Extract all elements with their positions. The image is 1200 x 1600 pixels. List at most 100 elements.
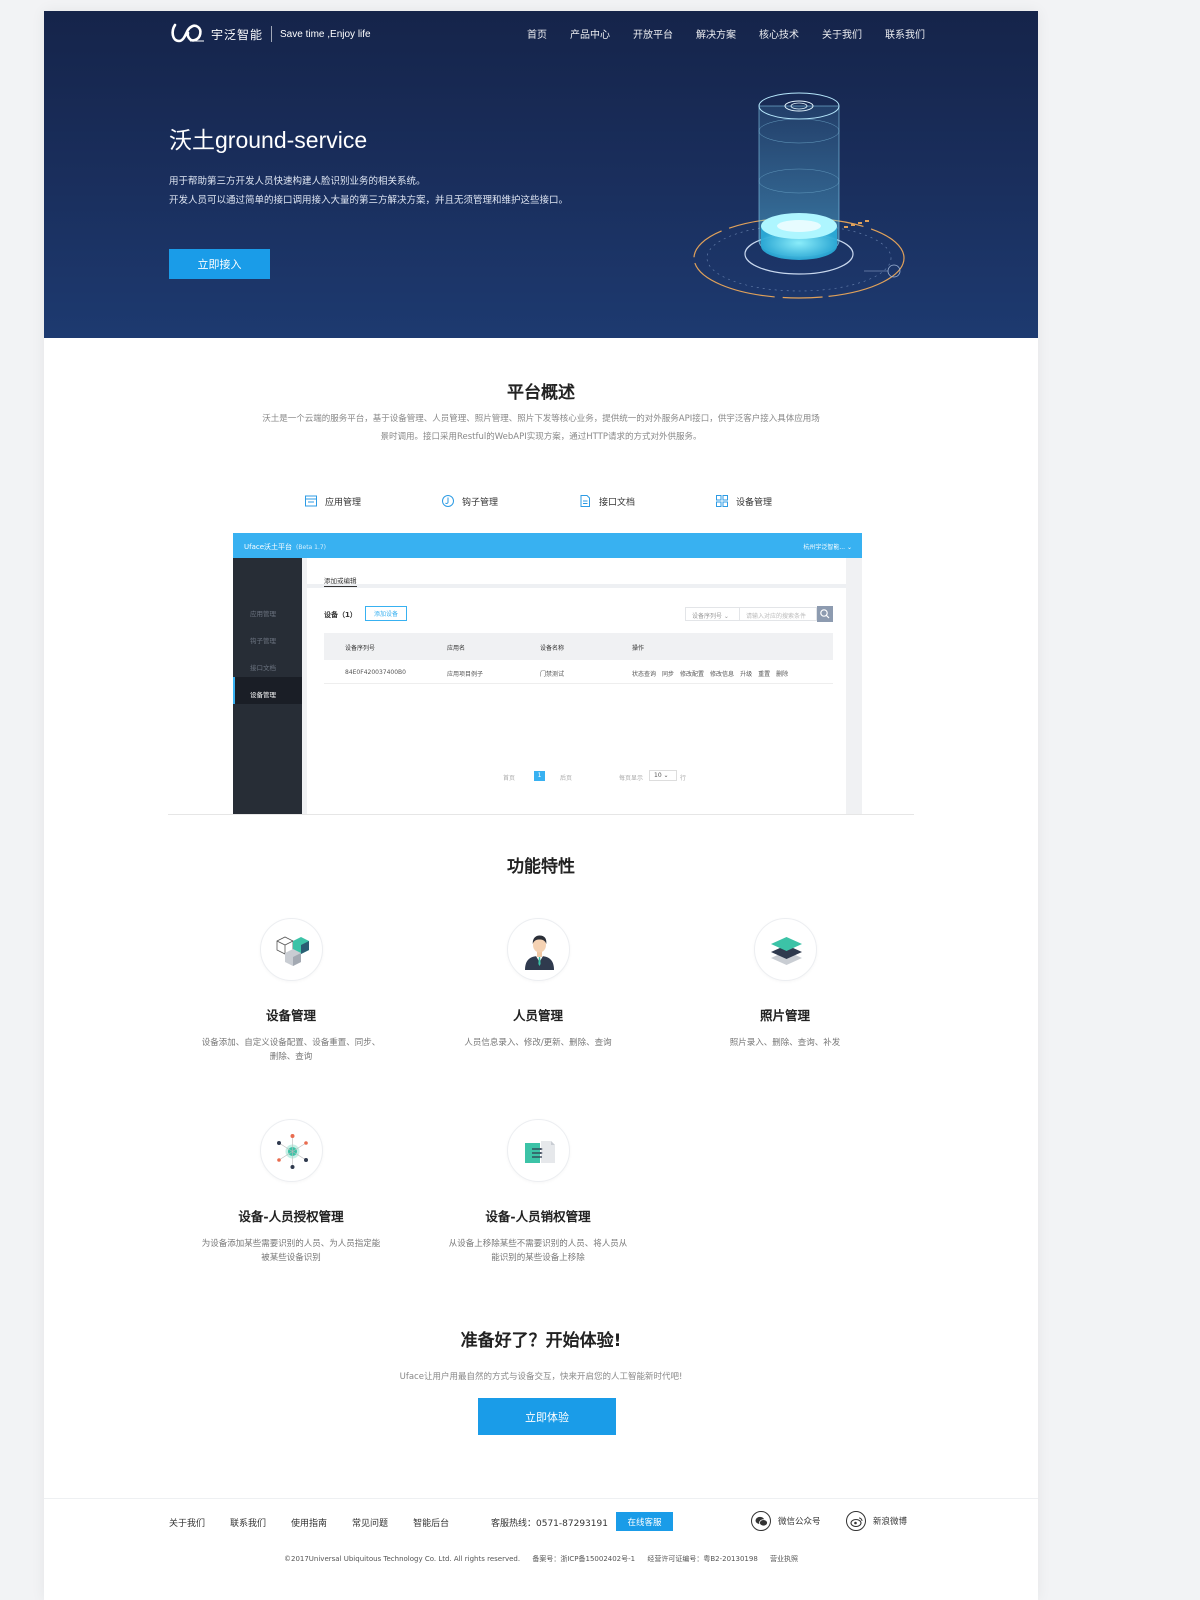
access-now-button[interactable]: 立即接入 bbox=[169, 249, 270, 279]
footer-links: 关于我们 联系我们 使用指南 常见问题 智能后台 bbox=[169, 1516, 449, 1529]
pager-per-page-select[interactable]: 10 ⌄ bbox=[649, 770, 677, 781]
license-number: 经营许可证编号：粤B2-20130198 bbox=[647, 1555, 758, 1563]
tab-label: 设备管理 bbox=[736, 497, 773, 508]
business-license-link[interactable]: 营业执照 bbox=[770, 1555, 798, 1563]
overview-description: 沃土是一个云端的服务平台，基于设备管理、人员管理、照片管理、照片下发等核心业务，… bbox=[244, 410, 838, 446]
network-icon bbox=[276, 1134, 308, 1169]
overview-desc-line: 沃土是一个云端的服务平台，基于设备管理、人员管理、照片管理、照片下发等核心业务，… bbox=[262, 414, 820, 424]
mock-tab[interactable]: 添加或编辑 bbox=[324, 575, 357, 587]
tab-hook-management[interactable]: 钩子管理 bbox=[441, 494, 498, 508]
mock-main-panel: 添加或编辑 设备（1） 添加设备 设备序列号 ⌄ 请输入对应的搜索条件 设备序列… bbox=[307, 558, 846, 814]
tab-label: 接口文档 bbox=[599, 497, 636, 508]
op-modify-info[interactable]: 修改信息 bbox=[710, 669, 734, 678]
mock-col-header: 设备序列号 bbox=[345, 645, 376, 652]
mock-cell-name: 门禁测试 bbox=[540, 671, 565, 678]
hero-desc-line: 开发人员可以通过简单的接口调用接入大量的第三方解决方案，并且无须管理和维护这些接… bbox=[169, 195, 569, 206]
feature-desc: 设备添加、自定义设备配置、设备重置、同步、删除、查询 bbox=[201, 1038, 381, 1062]
icp-record[interactable]: 备案号：浙ICP备15002402号-1 bbox=[532, 1555, 635, 1563]
mock-add-device-button[interactable]: 添加设备 bbox=[365, 606, 407, 621]
try-now-button[interactable]: 立即体验 bbox=[478, 1398, 616, 1435]
logo[interactable]: 宇泛智能 Save time ,Enjoy life bbox=[169, 21, 371, 47]
feature-icon-wrap bbox=[506, 918, 570, 981]
features-title: 功能特性 bbox=[507, 857, 575, 877]
feature-icon-wrap bbox=[753, 918, 817, 981]
overview-desc-line: 景时调用。接口采用Restful的WebAPI实现方案，通过HTTP请求的方式对… bbox=[380, 432, 702, 442]
mock-company: 杭州宇泛智能... bbox=[803, 544, 846, 551]
table-row: 84E0F420037400B0 应用项目例子 门禁测试 状态查询 同步 修改配… bbox=[324, 660, 833, 684]
footer-link-guide[interactable]: 使用指南 bbox=[291, 1516, 327, 1529]
grid-icon bbox=[716, 495, 728, 507]
weibo-link[interactable]: 新浪微博 bbox=[846, 1511, 907, 1531]
pager-unit: 行 bbox=[680, 775, 687, 782]
tab-label: 应用管理 bbox=[325, 497, 362, 508]
feature-photo-management: 照片管理 照片录入、删除、查询、补发 bbox=[665, 918, 905, 1050]
feature-people-management: 人员管理 人员信息录入、修改/更新、删除、查询 bbox=[418, 918, 658, 1050]
mock-top-bar: Uface沃土平台 (Beta 1.7) 杭州宇泛智能... ⌄ bbox=[233, 533, 862, 558]
cubes-icon bbox=[276, 936, 309, 966]
footer-link-faq[interactable]: 常见问题 bbox=[352, 1516, 388, 1529]
tab-label: 钩子管理 bbox=[462, 497, 499, 508]
ready-description: Uface让用户用最自然的方式与设备交互，快来开启您的人工智能新时代吧! bbox=[399, 1372, 683, 1382]
pager-last[interactable]: 后页 bbox=[560, 773, 572, 782]
weibo-icon bbox=[846, 1511, 866, 1531]
mock-tab-bar: 添加或编辑 bbox=[307, 558, 846, 588]
mock-side-item[interactable]: 应用管理 bbox=[233, 596, 302, 623]
slogan: Save time ,Enjoy life bbox=[280, 28, 371, 40]
mock-company-menu[interactable]: 杭州宇泛智能... ⌄ bbox=[803, 542, 852, 551]
feature-icon-wrap bbox=[259, 1119, 323, 1182]
mock-search-select[interactable]: 设备序列号 ⌄ bbox=[685, 607, 740, 621]
divider bbox=[168, 814, 914, 815]
tab-device-management[interactable]: 设备管理 bbox=[715, 494, 772, 508]
feature-title: 设备-人员授权管理 bbox=[238, 1209, 344, 1224]
main-nav: 首页 产品中心 开放平台 解决方案 核心技术 关于我们 联系我们 bbox=[527, 26, 925, 41]
pager-current[interactable]: 1 bbox=[534, 771, 545, 781]
hero-desc-line: 用于帮助第三方开发人员快速构建人脸识别业务的相关系统。 bbox=[169, 176, 426, 187]
feature-device-management: 设备管理 设备添加、自定义设备配置、设备重置、同步、删除、查询 bbox=[171, 918, 411, 1064]
nav-about[interactable]: 关于我们 bbox=[822, 26, 862, 41]
mock-search-input[interactable]: 请输入对应的搜索条件 bbox=[740, 607, 817, 621]
footer-link-contact[interactable]: 联系我们 bbox=[230, 1516, 266, 1529]
mock-search-button[interactable] bbox=[817, 606, 833, 622]
tab-api-docs[interactable]: 接口文档 bbox=[578, 494, 635, 508]
nav-open-platform[interactable]: 开放平台 bbox=[633, 26, 673, 41]
op-status-query[interactable]: 状态查询 bbox=[632, 669, 656, 678]
nav-core-tech[interactable]: 核心技术 bbox=[759, 26, 799, 41]
pager-per-page-label: 每页显示 bbox=[619, 775, 644, 782]
op-upgrade[interactable]: 升级 bbox=[740, 669, 752, 678]
nav-contact[interactable]: 联系我们 bbox=[885, 26, 925, 41]
copyright-text: ©2017Universal Ubiquitous Technology Co.… bbox=[283, 1555, 521, 1563]
mock-side-item[interactable]: 接口文档 bbox=[233, 650, 302, 677]
tab-app-management[interactable]: 应用管理 bbox=[304, 494, 361, 508]
mock-col-header: 应用名 bbox=[447, 645, 466, 652]
online-service-button[interactable]: 在线客服 bbox=[616, 1512, 673, 1531]
pager-per-value: 10 bbox=[654, 772, 662, 779]
nav-solutions[interactable]: 解决方案 bbox=[696, 26, 736, 41]
mock-sidebar: 应用管理 钩子管理 接口文档 设备管理 bbox=[233, 558, 302, 814]
wechat-link[interactable]: 微信公众号 bbox=[751, 1511, 821, 1531]
feature-title: 设备管理 bbox=[265, 1008, 316, 1023]
mock-beta: (Beta 1.7) bbox=[296, 544, 327, 551]
feature-icon-wrap bbox=[259, 918, 323, 981]
op-sync[interactable]: 同步 bbox=[662, 669, 674, 678]
hero-description: 用于帮助第三方开发人员快速构建人脸识别业务的相关系统。 开发人员可以通过简单的接… bbox=[169, 172, 568, 210]
pager-first[interactable]: 首页 bbox=[503, 773, 515, 782]
search-icon bbox=[820, 609, 830, 619]
feature-desc: 为设备添加某些需要识别的人员、为人员指定能被某些设备识别 bbox=[201, 1239, 381, 1263]
op-modify-config[interactable]: 修改配置 bbox=[680, 669, 704, 678]
feature-desc: 照片录入、删除、查询、补发 bbox=[729, 1038, 841, 1048]
hook-icon bbox=[442, 495, 454, 507]
feature-tabs: 应用管理 钩子管理 接口文档 设备管理 bbox=[304, 494, 784, 514]
footer-link-dashboard[interactable]: 智能后台 bbox=[413, 1516, 449, 1529]
mock-device-title: 设备（1） bbox=[324, 611, 357, 619]
wechat-icon bbox=[751, 1511, 771, 1531]
nav-home[interactable]: 首页 bbox=[527, 26, 547, 41]
op-reset[interactable]: 重置 bbox=[758, 669, 770, 678]
footer-link-about[interactable]: 关于我们 bbox=[169, 1516, 205, 1529]
mock-side-item[interactable]: 钩子管理 bbox=[233, 623, 302, 650]
mock-side-item-active[interactable]: 设备管理 bbox=[233, 677, 302, 704]
feature-title: 人员管理 bbox=[512, 1008, 563, 1023]
op-delete[interactable]: 删除 bbox=[776, 669, 788, 678]
nav-products[interactable]: 产品中心 bbox=[570, 26, 610, 41]
layers-icon bbox=[770, 937, 802, 965]
revoke-icon bbox=[524, 1141, 555, 1163]
